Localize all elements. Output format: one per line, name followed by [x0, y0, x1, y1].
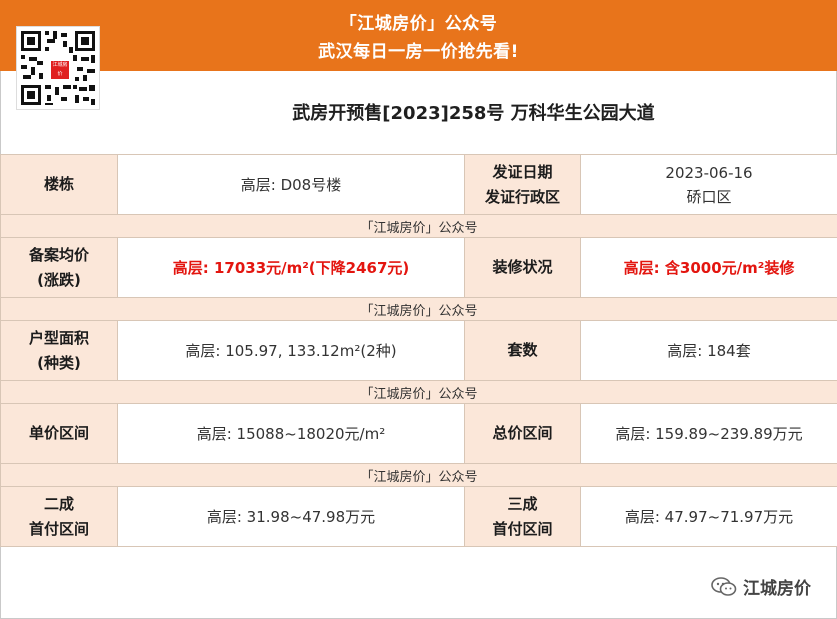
header-banner: 「江城房价」公众号 武汉每日一房一价抢先看!	[0, 0, 837, 71]
cert-district-label: 发证行政区	[484, 187, 560, 206]
area-value: 高层: 105.97, 133.12m²(2种)	[117, 320, 465, 381]
watermark-text: 「江城房价」公众号	[0, 214, 837, 238]
watermark-row: 「江城房价」公众号	[0, 380, 837, 404]
decoration-label: 装修状况	[464, 237, 581, 298]
avg-price-labels: 备案均价 (涨跌)	[0, 237, 118, 298]
table-row: 户型面积 (种类) 高层: 105.97, 133.12m²(2种) 套数 高层…	[0, 320, 837, 381]
building-label: 楼栋	[0, 154, 118, 215]
price-change-label: (涨跌)	[37, 270, 81, 289]
down30-range-label: 首付区间	[492, 519, 553, 538]
table-row: 二成 首付区间 高层: 31.98~47.98万元 三成 首付区间 高层: 47…	[0, 486, 837, 547]
presale-info-table: 楼栋 高层: D08号楼 发证日期 发证行政区 2023-06-16 硚口区 「…	[0, 154, 837, 547]
avg-price-label: 备案均价	[28, 245, 89, 264]
decoration-value: 高层: 含3000元/m²装修	[580, 237, 837, 298]
cert-values: 2023-06-16 硚口区	[580, 154, 837, 215]
unit-price-value: 高层: 15088~18020元/m²	[117, 403, 465, 464]
table-row: 楼栋 高层: D08号楼 发证日期 发证行政区 2023-06-16 硚口区	[0, 154, 837, 215]
watermark-row: 「江城房价」公众号	[0, 297, 837, 321]
down30-value: 高层: 47.97~71.97万元	[580, 486, 837, 547]
table-row: 单价区间 高层: 15088~18020元/m² 总价区间 高层: 159.89…	[0, 403, 837, 464]
footer-brand-text: 江城房价	[743, 579, 811, 599]
watermark-row: 「江城房价」公众号	[0, 463, 837, 487]
units-label: 套数	[464, 320, 581, 381]
building-value: 高层: D08号楼	[117, 154, 465, 215]
table-row: 备案均价 (涨跌) 高层: 17033元/m²(下降2467元) 装修状况 高层…	[0, 237, 837, 298]
qr-logo: 江城房价	[49, 59, 71, 81]
qr-code-icon: 江城房价	[16, 26, 100, 110]
units-value: 高层: 184套	[580, 320, 837, 381]
cert-labels: 发证日期 发证行政区	[464, 154, 581, 215]
page-title: 武房开预售[2023]258号 万科华生公园大道	[292, 103, 655, 124]
banner-line-1: 「江城房价」公众号	[339, 14, 498, 34]
down20-value: 高层: 31.98~47.98万元	[117, 486, 465, 547]
total-price-label: 总价区间	[464, 403, 581, 464]
down20-range-label: 首付区间	[28, 519, 89, 538]
area-labels: 户型面积 (种类)	[0, 320, 118, 381]
watermark-row: 「江城房价」公众号	[0, 214, 837, 238]
down20-label: 二成	[43, 494, 74, 513]
wechat-icon	[711, 576, 737, 598]
watermark-text: 「江城房价」公众号	[0, 463, 837, 487]
total-price-value: 高层: 159.89~239.89万元	[580, 403, 837, 464]
down30-label: 三成	[507, 494, 538, 513]
watermark-text: 「江城房价」公众号	[0, 297, 837, 321]
avg-price-value: 高层: 17033元/m²(下降2467元)	[117, 237, 465, 298]
cert-date-label: 发证日期	[492, 162, 553, 181]
cert-date-value: 2023-06-16	[665, 163, 753, 182]
down20-labels: 二成 首付区间	[0, 486, 118, 547]
banner-line-2: 武汉每日一房一价抢先看!	[318, 42, 519, 62]
area-type-label: (种类)	[37, 353, 81, 372]
unit-price-label: 单价区间	[0, 403, 118, 464]
watermark-text: 「江城房价」公众号	[0, 380, 837, 404]
area-label: 户型面积	[28, 328, 89, 347]
cert-district-value: 硚口区	[686, 187, 732, 206]
footer-brand: 江城房价	[711, 574, 811, 599]
down30-labels: 三成 首付区间	[464, 486, 581, 547]
